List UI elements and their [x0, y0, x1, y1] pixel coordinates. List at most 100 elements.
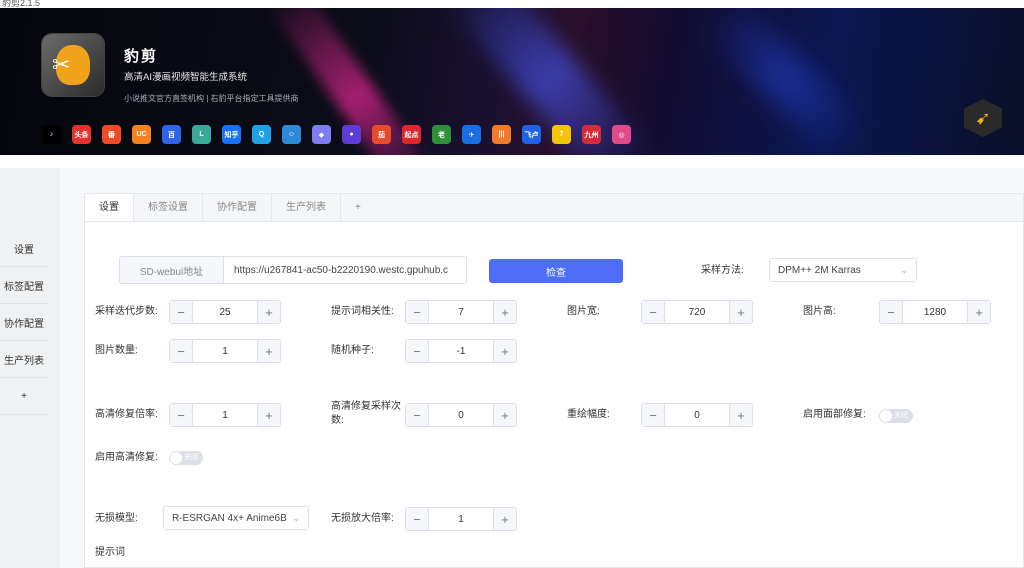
upscale-ratio-label: 无损放大倍率: — [331, 513, 394, 524]
sidebar-item-production[interactable]: 生产列表 — [0, 341, 48, 378]
cfg-label: 提示词相关性: — [331, 306, 394, 317]
app-logo: ✂ — [42, 34, 104, 96]
qidian-icon: 起点 — [402, 125, 421, 144]
uc-icon: UC — [132, 125, 151, 144]
app-lao-icon: 老 — [432, 125, 451, 144]
jiuzhou-icon: 九州 — [582, 125, 601, 144]
upscaler-label: 无损模型: — [95, 513, 138, 524]
minus-icon[interactable]: − — [642, 301, 665, 323]
zhihu-icon: 知乎 — [222, 125, 241, 144]
hires-toggle[interactable]: 关闭 — [169, 451, 203, 465]
scissors-icon: ✂ — [52, 52, 71, 77]
count-stepper[interactable]: − 1 + — [169, 339, 281, 363]
plus-icon[interactable]: + — [493, 508, 516, 530]
hr-steps-value[interactable]: 0 — [429, 404, 493, 426]
chevron-down-icon: ⌄ — [900, 264, 908, 275]
toggle-knob — [880, 410, 892, 422]
sd-url-input[interactable]: https://u267841-ac50-b2220190.westc.gpuh… — [223, 256, 467, 284]
plus-icon[interactable]: + — [729, 301, 752, 323]
tiktok-icon: ♪ — [42, 125, 61, 144]
width-label: 图片宽: — [567, 306, 600, 317]
main-area: 设置 标签设置 协作配置 生产列表 + SD-webui地址 https://u… — [60, 168, 1024, 568]
check-button[interactable]: 检查 — [489, 259, 623, 283]
app-stripes-icon: ||| — [492, 125, 511, 144]
plus-icon[interactable]: + — [493, 404, 516, 426]
header-banner: ✂ 豹剪 高清AI漫画视频智能生成系统 小说推文官方直签机构 | 右豹平台指定工… — [0, 8, 1024, 155]
tab-tag-settings[interactable]: 标签设置 — [134, 194, 203, 222]
cfg-value[interactable]: 7 — [429, 301, 493, 323]
plus-icon[interactable]: + — [257, 404, 280, 426]
upscale-ratio-stepper[interactable]: − 1 + — [405, 507, 517, 531]
count-label: 图片数量: — [95, 345, 138, 356]
hires-label: 启用高清修复: — [95, 452, 158, 463]
steps-value[interactable]: 25 — [193, 301, 257, 323]
plus-icon[interactable]: + — [967, 301, 990, 323]
steps-stepper[interactable]: − 25 + — [169, 300, 281, 324]
tab-add[interactable]: + — [341, 194, 375, 222]
minus-icon[interactable]: − — [170, 340, 193, 362]
plus-icon[interactable]: + — [257, 301, 280, 323]
minus-icon[interactable]: − — [170, 404, 193, 426]
qimao-icon: 7 — [552, 125, 571, 144]
sidebar-item-tags[interactable]: 标签配置 — [0, 267, 48, 304]
tab-bar: 设置 标签设置 协作配置 生产列表 + — [84, 193, 1024, 223]
width-stepper[interactable]: − 720 + — [641, 300, 753, 324]
window-title: 豹剪2.1.5 — [0, 0, 1024, 8]
height-value[interactable]: 1280 — [903, 301, 967, 323]
app-face-icon: ☺ — [282, 125, 301, 144]
app-pink-icon: ◎ — [612, 125, 631, 144]
minus-icon[interactable]: − — [406, 404, 429, 426]
feilu-icon: 飞卢 — [522, 125, 541, 144]
hr-scale-stepper[interactable]: − 1 + — [169, 403, 281, 427]
hr-steps-stepper[interactable]: − 0 + — [405, 403, 517, 427]
height-stepper[interactable]: − 1280 + — [879, 300, 991, 324]
app-subtitle: 高清AI漫画视频智能生成系统 — [124, 72, 247, 83]
minus-icon[interactable]: − — [406, 508, 429, 530]
prompt-label: 提示词 — [95, 547, 125, 558]
count-value[interactable]: 1 — [193, 340, 257, 362]
sidebar-item-settings[interactable]: 设置 — [0, 230, 48, 267]
minus-icon[interactable]: − — [406, 301, 429, 323]
toutiao-icon: 头条 — [72, 125, 91, 144]
minus-icon[interactable]: − — [880, 301, 903, 323]
app-bird-icon: ✈ — [462, 125, 481, 144]
plus-icon[interactable]: + — [493, 301, 516, 323]
face-restore-label: 启用面部修复: — [803, 409, 866, 420]
sidebar-item-add[interactable]: + — [0, 378, 48, 415]
seed-label: 随机种子: — [331, 345, 374, 356]
minus-icon[interactable]: − — [406, 340, 429, 362]
hr-scale-value[interactable]: 1 — [193, 404, 257, 426]
sd-url-label: SD-webui地址 — [119, 256, 223, 284]
sidebar: 设置 标签配置 协作配置 生产列表 + — [0, 168, 60, 568]
minus-icon[interactable]: − — [170, 301, 193, 323]
sidebar-item-collab[interactable]: 协作配置 — [0, 304, 48, 341]
sampler-label: 采样方法: — [701, 265, 744, 276]
brand-bird-icon: ➹ — [964, 99, 1002, 137]
fanqie-icon: 番 — [102, 125, 121, 144]
tab-collab[interactable]: 协作配置 — [203, 194, 272, 222]
app-l-icon: L — [192, 125, 211, 144]
plus-icon[interactable]: + — [729, 404, 752, 426]
sampler-select[interactable]: DPM++ 2M Karras ⌄ — [769, 258, 917, 282]
denoise-stepper[interactable]: − 0 + — [641, 403, 753, 427]
hr-scale-label: 高清修复倍率: — [95, 409, 158, 420]
cfg-stepper[interactable]: − 7 + — [405, 300, 517, 324]
app-cube-icon: ◆ — [312, 125, 331, 144]
baidu-icon: 百 — [162, 125, 181, 144]
height-label: 图片高: — [803, 306, 836, 317]
tab-settings[interactable]: 设置 — [85, 194, 134, 223]
upscaler-select[interactable]: R-ESRGAN 4x+ Anime6B ⌄ — [163, 506, 309, 530]
sd-url-group: SD-webui地址 https://u267841-ac50-b2220190… — [119, 256, 467, 284]
face-restore-toggle[interactable]: 关闭 — [879, 409, 913, 423]
denoise-value[interactable]: 0 — [665, 404, 729, 426]
tab-production[interactable]: 生产列表 — [272, 194, 341, 222]
seed-value[interactable]: -1 — [429, 340, 493, 362]
denoise-label: 重绘幅度: — [567, 409, 610, 420]
plus-icon[interactable]: + — [493, 340, 516, 362]
seed-stepper[interactable]: − -1 + — [405, 339, 517, 363]
upscale-ratio-value[interactable]: 1 — [429, 508, 493, 530]
app-circle-icon: ● — [342, 125, 361, 144]
width-value[interactable]: 720 — [665, 301, 729, 323]
minus-icon[interactable]: − — [642, 404, 665, 426]
plus-icon[interactable]: + — [257, 340, 280, 362]
